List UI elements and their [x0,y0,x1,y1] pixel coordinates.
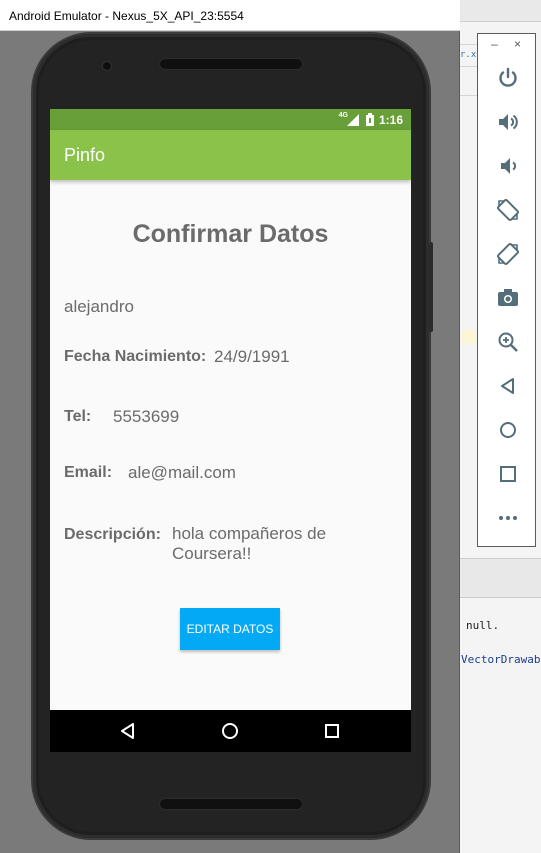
home-icon[interactable] [496,418,520,442]
birth-label: Fecha Nacimiento: [64,348,207,365]
ide-topbar [460,0,541,22]
emulator-toolbar: – × [477,33,536,547]
front-camera-icon [102,61,112,71]
ide-code-line: null. [466,619,500,632]
emulator-title: Android Emulator - Nexus_5X_API_23:5554 [9,9,244,23]
ide-panel-bar [460,558,541,598]
rotate-left-icon[interactable] [496,198,520,222]
navigation-bar [50,710,411,752]
phone-label: Tel: [64,408,92,425]
volume-up-icon[interactable] [496,110,520,134]
close-button[interactable]: × [514,37,521,51]
app-title: Pinfo [64,145,106,165]
email-label: Email: [64,464,113,481]
volume-down-icon[interactable] [496,154,520,178]
side-button[interactable] [429,242,433,332]
recents-icon[interactable] [322,721,342,741]
birth-value: 24/9/1991 [214,347,290,366]
top-speaker [159,58,303,70]
bottom-speaker [159,798,303,810]
status-icons: 4G 1:16 [339,112,403,127]
signal-icon [346,113,361,126]
confirm-content: Confirmar Datos alejandro Fecha Nacimien… [50,180,411,710]
power-icon[interactable] [496,66,520,90]
page-title: Confirmar Datos [132,220,329,248]
edit-data-button[interactable]: EDITAR DATOS [180,608,280,650]
emulator-titlebar[interactable]: Android Emulator - Nexus_5X_API_23:5554 [0,0,460,31]
rotate-right-icon[interactable] [496,242,520,266]
name-value: alejandro [64,297,134,316]
phone-value: 5553699 [113,407,180,426]
back-icon[interactable] [118,721,138,741]
phone-screen: 4G 1:16 Pinfo Confirmar Datos alejandro … [50,109,411,752]
description-label: Descripción: [64,526,161,543]
battery-icon [365,113,374,126]
ide-highlight [462,330,476,344]
description-value: hola compañeros de Coursera!! [172,524,327,563]
emulator-window: Android Emulator - Nexus_5X_API_23:5554 … [0,0,460,853]
ide-code-line: VectorDrawab [461,653,541,666]
camera-icon[interactable] [496,286,520,310]
app-bar: Pinfo [50,130,411,180]
overview-icon[interactable] [496,462,520,486]
clock: 1:16 [378,112,403,127]
minimize-button[interactable]: – [491,37,498,51]
zoom-icon[interactable] [496,330,520,354]
status-bar: 4G 1:16 [50,109,411,130]
more-icon[interactable] [496,506,520,530]
back-icon[interactable] [496,374,520,398]
email-value: ale@mail.com [128,463,236,482]
home-icon[interactable] [220,721,240,741]
